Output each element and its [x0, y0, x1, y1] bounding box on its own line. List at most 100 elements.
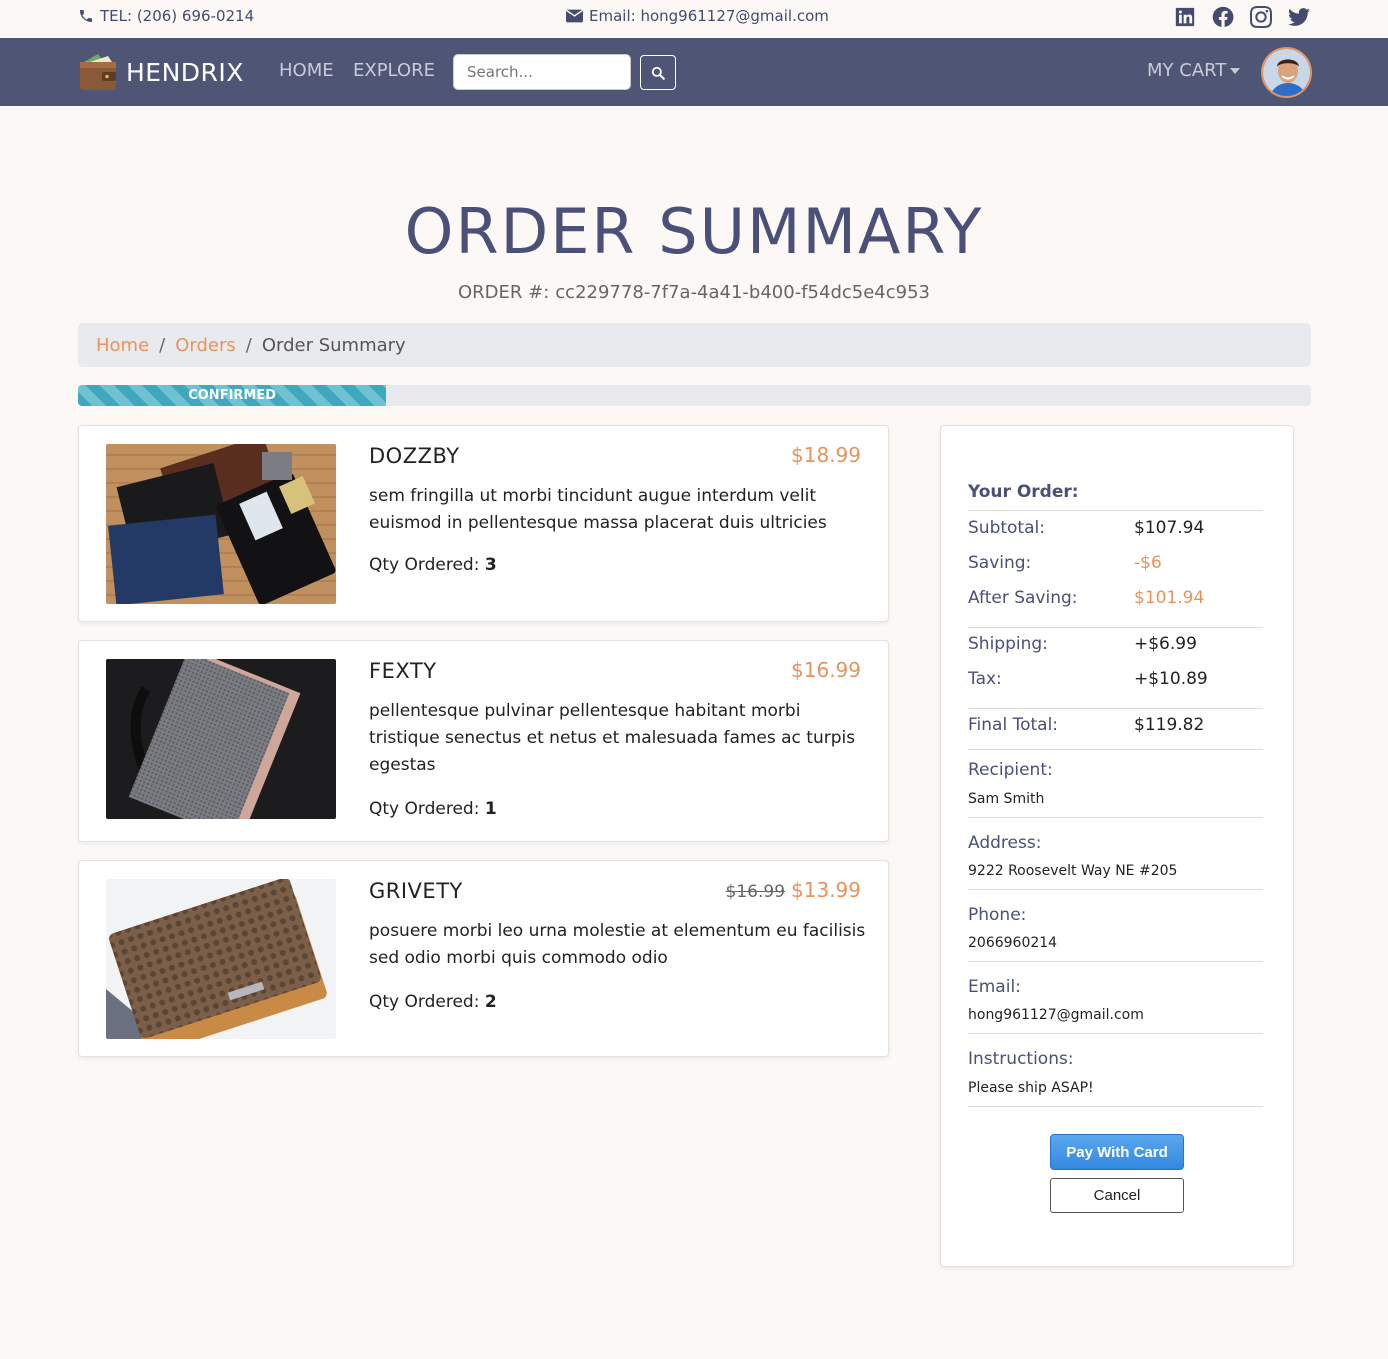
summary-heading: Your Order: [968, 482, 1079, 502]
quantity-label: Qty Ordered: [369, 555, 480, 575]
brand-name: HENDRIX [126, 57, 244, 87]
twitter-icon[interactable] [1288, 6, 1310, 28]
wallet-logo-icon [80, 54, 116, 90]
phone-icon [80, 10, 92, 22]
order-status-progress: CONFIRMED [78, 385, 1311, 406]
breadcrumb-separator: / [245, 334, 252, 356]
email-contact: Email: hong961127@gmail.com [566, 7, 829, 25]
divider [968, 889, 1263, 890]
breadcrumb-current: Order Summary [261, 334, 406, 356]
product-current-price: $16.99 [791, 658, 861, 682]
quantity-value: 1 [484, 799, 497, 819]
product-current-price: $13.99 [791, 878, 861, 902]
order-item-card: GRIVETY $16.99 $13.99 posuere morbi leo u… [78, 860, 889, 1057]
progress-fill: CONFIRMED [78, 385, 387, 406]
quantity-ordered: Qty Ordered: 2 [369, 992, 497, 1012]
envelope-icon [566, 9, 583, 23]
page-title: ORDER SUMMARY [404, 195, 984, 268]
main-navbar: HENDRIX HOME EXPLORE MY CART [0, 38, 1388, 106]
order-number: ORDER #: cc229778-7f7a-4a41-b400-f54dc5e4… [0, 282, 1388, 303]
order-id: cc229778-7f7a-4a41-b400-f54dc5e4c953 [555, 282, 931, 303]
search-input[interactable] [453, 54, 631, 90]
product-image [106, 444, 336, 604]
my-cart-dropdown[interactable]: MY CART [1147, 60, 1241, 81]
cancel-button[interactable]: Cancel [1050, 1178, 1184, 1213]
recipient-label: Recipient: [968, 760, 1053, 780]
product-description: posuere morbi leo urna molestie at eleme… [369, 921, 866, 968]
contact-bar: TEL: (206) 696-0214 Email: hong961127@gm… [0, 0, 1388, 38]
instructions-label: Instructions: [968, 1049, 1074, 1069]
quantity-label: Qty Ordered: [369, 799, 480, 819]
order-item-card: DOZZBY $18.99 sem fringilla ut morbi tin… [78, 425, 889, 622]
divider [968, 1033, 1263, 1034]
product-image [106, 879, 336, 1039]
user-avatar[interactable] [1261, 47, 1312, 98]
phone-text: TEL: (206) 696-0214 [100, 7, 255, 25]
email-text: Email: hong961127@gmail.com [589, 7, 829, 25]
nav-home-link[interactable]: HOME [279, 60, 334, 81]
divider [968, 708, 1263, 709]
phone-value: 2066960214 [968, 935, 1058, 951]
phone-contact: TEL: (206) 696-0214 [78, 7, 254, 25]
saving-value: -$6 [1134, 553, 1162, 573]
divider [968, 510, 1263, 511]
social-links [1174, 6, 1310, 28]
product-original-price: $16.99 [725, 882, 786, 902]
quantity-label: Qty Ordered: [369, 992, 480, 1012]
product-name: FEXTY [369, 659, 437, 683]
brand-link[interactable]: HENDRIX [78, 52, 244, 92]
instructions-value: Please ship ASAP! [968, 1080, 1094, 1096]
breadcrumb-home[interactable]: Home [96, 335, 149, 356]
quantity-ordered: Qty Ordered: 3 [369, 555, 497, 575]
email-value: hong961127@gmail.com [968, 1007, 1144, 1023]
order-number-label: ORDER #: [457, 282, 550, 303]
product-name: GRIVETY [369, 879, 463, 903]
quantity-value: 2 [484, 992, 497, 1012]
product-image [106, 659, 336, 819]
shipping-value: +$6.99 [1134, 634, 1197, 654]
final-total-value: $119.82 [1134, 715, 1205, 735]
product-price: $16.99 $13.99 [726, 878, 861, 902]
tax-value: +$10.89 [1134, 669, 1208, 689]
saving-label: Saving: [968, 553, 1032, 573]
product-price: $16.99 [791, 658, 861, 682]
recipient-value: Sam Smith [968, 791, 1045, 807]
shipping-label: Shipping: [968, 634, 1048, 654]
search-button[interactable] [640, 55, 676, 90]
nav-explore-link[interactable]: EXPLORE [353, 60, 435, 81]
final-total-label: Final Total: [968, 715, 1059, 735]
pay-with-card-button[interactable]: Pay With Card [1050, 1134, 1184, 1170]
phone-label: Phone: [968, 905, 1027, 925]
instagram-icon[interactable] [1250, 6, 1272, 28]
quantity-ordered: Qty Ordered: 1 [369, 799, 497, 819]
divider [968, 817, 1263, 818]
quantity-value: 3 [484, 555, 497, 575]
email-label: Email: [968, 977, 1021, 997]
linkedin-icon[interactable] [1174, 6, 1196, 28]
after-saving-value: $101.94 [1134, 588, 1205, 608]
order-item-card: FEXTY $16.99 pellentesque pulvinar pelle… [78, 640, 889, 842]
breadcrumb-separator: / [159, 334, 166, 356]
product-description: sem fringilla ut morbi tincidunt augue i… [369, 486, 827, 533]
breadcrumb-orders[interactable]: Orders [175, 335, 236, 356]
caret-down-icon [1230, 67, 1241, 74]
product-price: $18.99 [791, 443, 861, 467]
order-summary-panel: Your Order: Subtotal: $107.94 Saving: -$… [940, 425, 1294, 1267]
address-value: 9222 Roosevelt Way NE #205 [968, 863, 1178, 879]
facebook-icon[interactable] [1212, 6, 1234, 28]
progress-label: CONFIRMED [188, 388, 277, 403]
after-saving-label: After Saving: [968, 588, 1078, 608]
search-icon [651, 66, 665, 80]
subtotal-label: Subtotal: [968, 518, 1045, 538]
product-current-price: $18.99 [791, 443, 861, 467]
breadcrumb: Home / Orders / Order Summary [78, 323, 1311, 367]
address-label: Address: [968, 833, 1042, 853]
subtotal-value: $107.94 [1134, 518, 1205, 538]
product-description: pellentesque pulvinar pellentesque habit… [369, 701, 856, 775]
divider [968, 749, 1263, 750]
divider [968, 1106, 1263, 1107]
divider [968, 961, 1263, 962]
my-cart-label: MY CART [1147, 60, 1227, 81]
tax-label: Tax: [968, 669, 1002, 689]
product-name: DOZZBY [369, 444, 460, 468]
